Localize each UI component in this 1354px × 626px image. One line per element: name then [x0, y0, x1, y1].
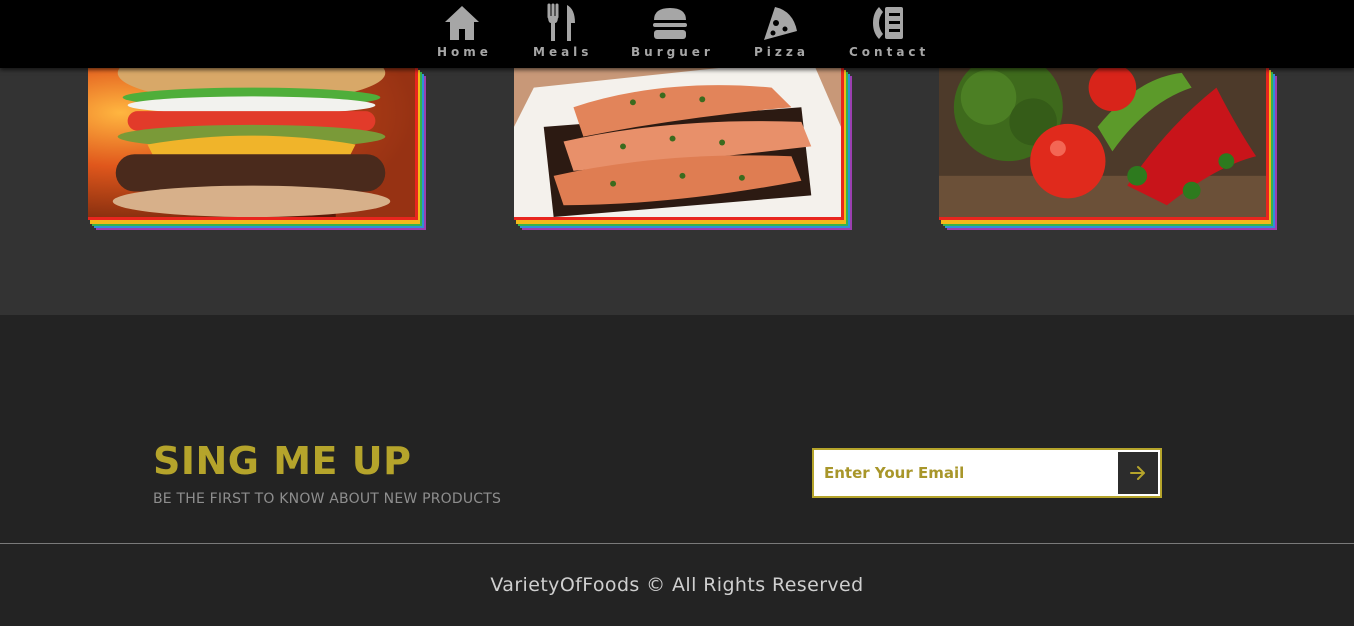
salmon-photo	[514, 68, 844, 220]
submit-email-button[interactable]	[1118, 452, 1158, 494]
nav-label-home: Home	[437, 45, 492, 59]
nav-item-contact[interactable]: Contact	[845, 3, 929, 59]
nav-label-meals: Meals	[533, 45, 593, 59]
arrow-right-icon	[1130, 466, 1145, 480]
nav-item-pizza[interactable]: Pizza	[750, 3, 809, 59]
nav-item-home[interactable]: Home	[433, 3, 492, 59]
food-card-burger[interactable]	[88, 68, 426, 230]
food-card-vegetables[interactable]	[939, 68, 1277, 230]
vegetables-photo	[939, 68, 1269, 220]
footer-divider	[0, 543, 1354, 544]
email-form	[812, 448, 1162, 498]
burger-photo	[88, 68, 418, 220]
fork-knife-icon	[547, 3, 575, 41]
top-navigation: Home Meals Burguer Pizza Contact	[0, 0, 1354, 68]
email-input[interactable]	[816, 452, 1112, 494]
nav-label-pizza: Pizza	[754, 45, 809, 59]
pizza-slice-icon	[764, 7, 798, 40]
phone-book-icon	[873, 7, 904, 39]
nav-item-burguer[interactable]: Burguer	[627, 3, 714, 59]
burger-icon	[653, 8, 688, 39]
newsletter-signup: SING ME UP BE THE FIRST TO KNOW ABOUT NE…	[0, 315, 1354, 543]
footer-copyright: VarietyOfFoods © All Rights Reserved	[490, 574, 864, 596]
signup-subtitle: BE THE FIRST TO KNOW ABOUT NEW PRODUCTS	[153, 491, 502, 507]
nav-label-burguer: Burguer	[631, 45, 714, 59]
nav-label-contact: Contact	[849, 45, 930, 59]
home-icon	[445, 6, 480, 40]
signup-title: SING ME UP	[153, 439, 412, 483]
nav-item-meals[interactable]: Meals	[529, 3, 592, 59]
food-card-salmon[interactable]	[514, 68, 852, 230]
